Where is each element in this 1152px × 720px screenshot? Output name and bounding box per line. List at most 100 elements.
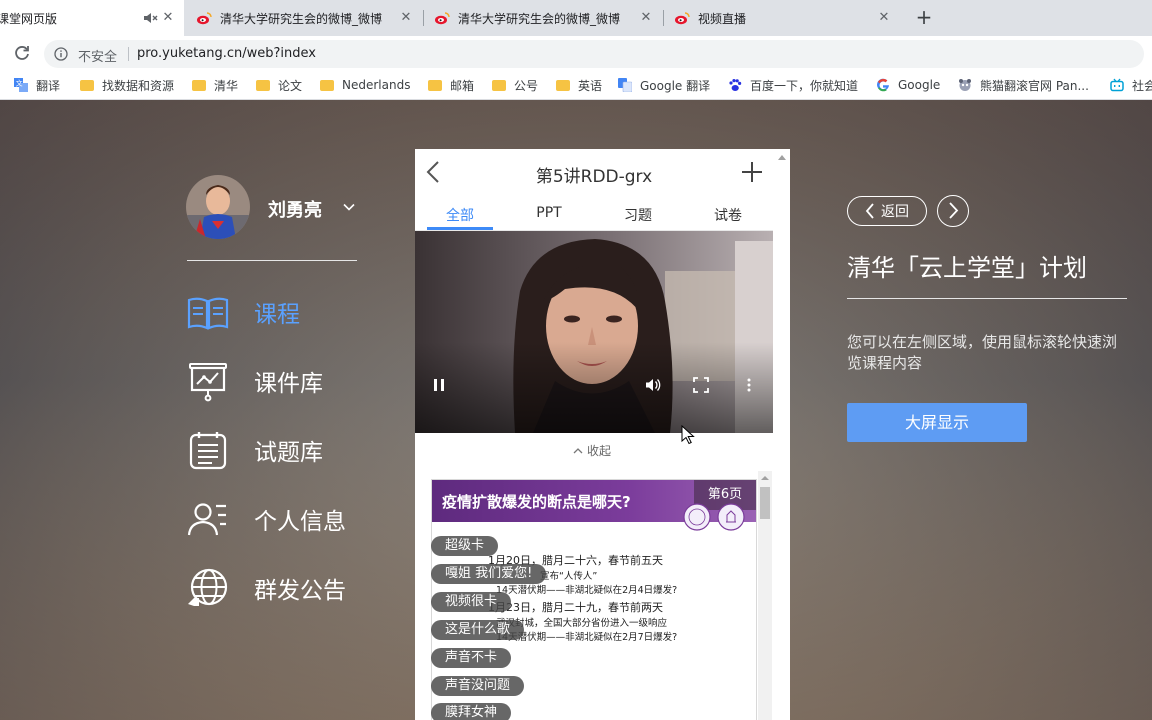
- divider: [187, 260, 357, 261]
- tab-exercises[interactable]: 习题: [593, 205, 683, 225]
- nav-label: 个人信息: [254, 509, 346, 535]
- nav-label: 群发公告: [254, 578, 346, 604]
- nav-item-course[interactable]: 课程: [186, 290, 386, 334]
- baidu-paw-icon: [729, 79, 742, 91]
- bookmark-folder[interactable]: 论文: [256, 77, 302, 93]
- tab-ppt[interactable]: PPT: [504, 205, 594, 221]
- back-button[interactable]: 返回: [847, 196, 927, 226]
- nav-item-broadcast[interactable]: 群发公告: [186, 566, 386, 610]
- active-tab-indicator: [427, 227, 493, 230]
- slide-title: 疫情扩散爆发的断点是哪天?: [442, 493, 631, 511]
- user-name[interactable]: 刘勇亮: [268, 196, 322, 222]
- scroll-up-arrow-icon[interactable]: [776, 151, 788, 163]
- bookmark-label: Nederlands: [342, 78, 411, 92]
- reload-icon[interactable]: [12, 43, 32, 63]
- url-text[interactable]: pro.yuketang.cn/web?index: [137, 46, 316, 61]
- browser-tab-bar: 课堂网页版 ✕ 清华大学研究生会的微博_微博 ✕ 清华大学研究生会的微博_微博 …: [0, 0, 1152, 36]
- bookmark-translate[interactable]: 文 翻译: [14, 77, 60, 93]
- nav-item-courseware[interactable]: 课件库: [186, 359, 386, 403]
- bookmark-folder[interactable]: 找数据和资源: [80, 77, 174, 93]
- muted-speaker-icon[interactable]: [142, 10, 158, 26]
- chevron-down-icon[interactable]: [342, 200, 356, 214]
- volume-icon[interactable]: [645, 377, 661, 393]
- courseware-board-icon: [189, 363, 227, 402]
- bookmark-bilibili[interactable]: 社会: [1110, 77, 1152, 93]
- danmaku-bubble: 声音不卡: [431, 648, 512, 668]
- address-bar[interactable]: 不安全 pro.yuketang.cn/web?index: [44, 40, 1144, 68]
- bookmark-panda[interactable]: 熊猫翻滚官网 Pan...: [958, 77, 1089, 93]
- avatar-image: [186, 175, 250, 239]
- fullscreen-icon[interactable]: [693, 377, 709, 393]
- more-options-icon[interactable]: [741, 377, 757, 393]
- folder-icon: [492, 79, 506, 91]
- svg-text:文: 文: [16, 79, 23, 88]
- weibo-icon: [197, 12, 212, 25]
- avatar[interactable]: [186, 175, 250, 239]
- tab-quiz[interactable]: 试卷: [683, 205, 773, 225]
- bookmark-google-translate[interactable]: Google 翻译: [618, 77, 710, 93]
- nav-label: 课件库: [254, 371, 323, 397]
- lesson-title: 第5讲RDD-grx: [535, 167, 653, 187]
- bookmark-label: Google 翻译: [640, 78, 711, 93]
- info-icon[interactable]: [54, 47, 68, 61]
- close-tab-icon[interactable]: ✕: [398, 10, 414, 26]
- bookmark-label: 英语: [578, 78, 603, 93]
- bookmark-label: 社会: [1132, 78, 1152, 93]
- tab-title: 清华大学研究生会的微博_微博: [220, 11, 383, 26]
- danmaku-bubble: 嘎姐 我们爱您!: [431, 564, 547, 584]
- folder-icon: [320, 79, 334, 91]
- browser-tab-live-video[interactable]: 视频直播 ✕: [664, 0, 900, 36]
- course-book-icon: [187, 297, 229, 330]
- bookmark-google[interactable]: Google: [876, 77, 940, 93]
- collapse-button[interactable]: 收起: [573, 442, 611, 459]
- live-video-player[interactable]: [415, 231, 773, 433]
- folder-icon: [428, 79, 442, 91]
- google-icon: [877, 78, 889, 92]
- folder-icon: [192, 79, 206, 91]
- close-tab-icon[interactable]: ✕: [160, 10, 176, 26]
- browser-toolbar: 不安全 pro.yuketang.cn/web?index: [0, 36, 1152, 70]
- pause-icon[interactable]: [431, 377, 447, 393]
- back-button-label: 返回: [881, 204, 909, 220]
- browser-tab-yuketang[interactable]: 课堂网页版 ✕: [0, 0, 184, 36]
- page-content: 刘勇亮 课程 课件库 试题库 个人信息 群发公告 第5讲RDD-grx 全部 P…: [0, 100, 1152, 720]
- close-tab-icon[interactable]: ✕: [638, 10, 654, 26]
- slide-text-line: 1月23日，腊月二十九，春节前两天: [488, 601, 663, 614]
- bookmark-folder[interactable]: 邮箱: [428, 77, 474, 93]
- bookmark-label: 清华: [214, 78, 239, 93]
- add-icon[interactable]: [741, 161, 763, 183]
- panda-icon: [959, 79, 971, 91]
- bookmark-label: 论文: [278, 78, 303, 93]
- bookmark-folder[interactable]: 清华: [192, 77, 238, 93]
- mouse-cursor-icon: [681, 425, 695, 445]
- bookmark-folder[interactable]: Nederlands: [320, 77, 410, 93]
- chevron-up-icon: [573, 447, 583, 453]
- browser-tab-weibo-1[interactable]: 清华大学研究生会的微博_微博 ✕: [186, 0, 422, 36]
- nav-item-profile[interactable]: 个人信息: [186, 497, 386, 541]
- nav-label: 试题库: [254, 440, 323, 466]
- browser-tab-weibo-2[interactable]: 清华大学研究生会的微博_微博 ✕: [424, 0, 662, 36]
- bookmark-label: 熊猫翻滚官网 Pan...: [980, 78, 1089, 93]
- collapse-label: 收起: [587, 444, 612, 458]
- bookmark-label: 找数据和资源: [102, 78, 175, 93]
- bookmark-baidu[interactable]: 百度一下，你就知道: [728, 77, 858, 93]
- close-tab-icon[interactable]: ✕: [876, 10, 892, 26]
- nav-item-question-bank[interactable]: 试题库: [186, 428, 386, 472]
- institute-seal-icon: [717, 503, 745, 531]
- tab-all[interactable]: 全部: [415, 205, 505, 225]
- tab-title: 清华大学研究生会的微博_微博: [458, 11, 621, 26]
- google-translate-icon: [618, 78, 632, 92]
- bookmark-folder[interactable]: 英语: [556, 77, 602, 93]
- fullscreen-display-button[interactable]: 大屏显示: [847, 403, 1027, 442]
- chevron-right-icon: [949, 202, 959, 219]
- bookmark-label: 翻译: [36, 78, 61, 93]
- bookmark-label: Google: [898, 78, 941, 92]
- next-button[interactable]: [937, 195, 969, 227]
- new-tab-button[interactable]: +: [912, 6, 936, 30]
- scrollbar-thumb[interactable]: [760, 487, 770, 519]
- bookmark-folder[interactable]: 公号: [492, 77, 538, 93]
- scroll-up-arrow-icon[interactable]: [760, 473, 770, 483]
- bookmark-label: 邮箱: [450, 78, 475, 93]
- folder-icon: [80, 79, 94, 91]
- program-description: 您可以在左侧区域，使用鼠标滚轮快速浏览课程内容: [847, 333, 1118, 372]
